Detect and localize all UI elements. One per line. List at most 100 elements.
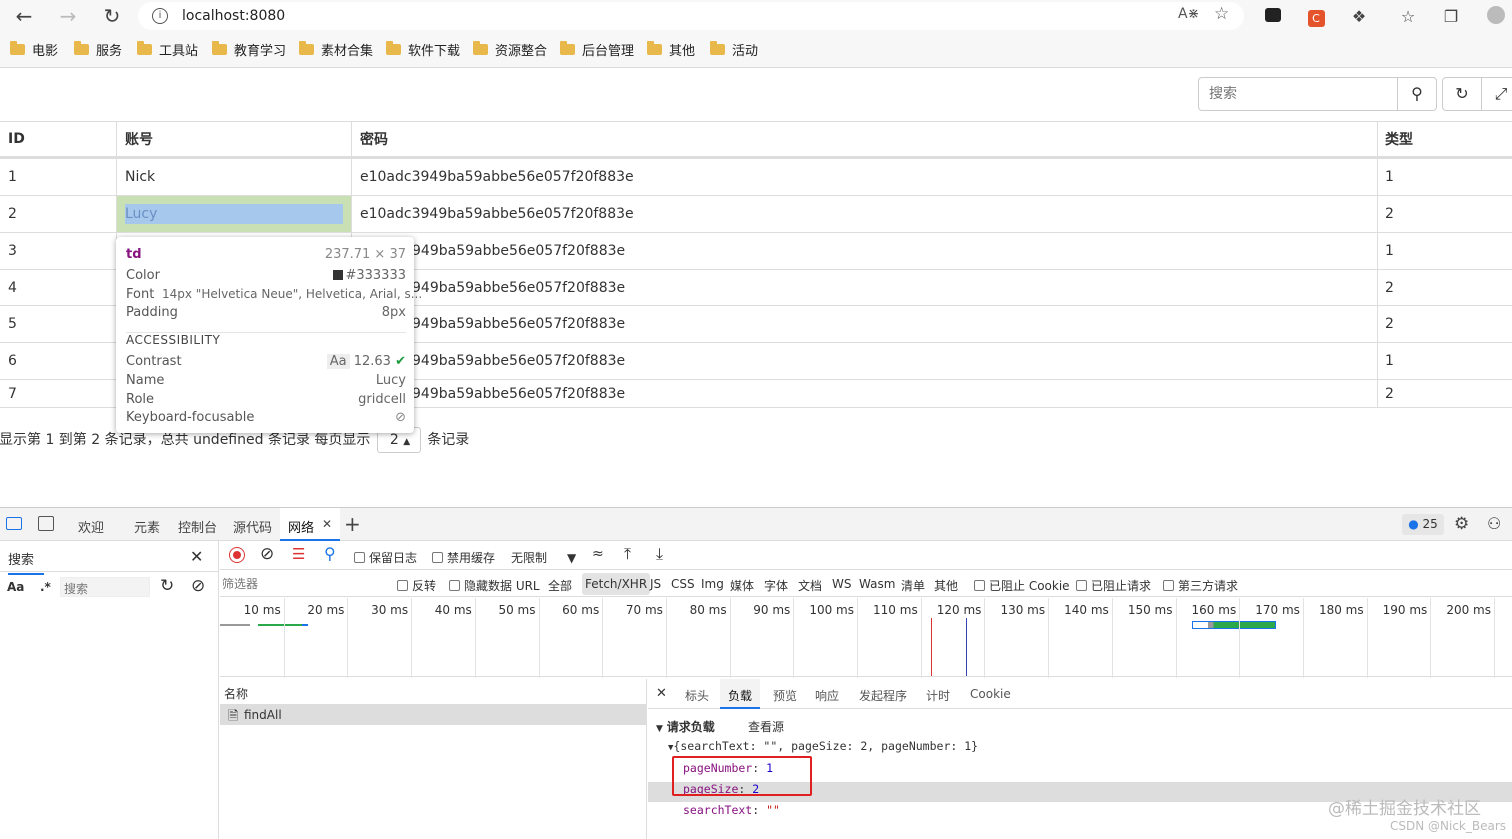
folder-icon [710, 40, 725, 55]
column-name-header[interactable]: 名称 [224, 685, 248, 702]
cell-password: 949ba59abbe56e057f20f883e [412, 385, 626, 402]
pagination-text: 显示第 1 到第 2 条记录，总共 undefined 条记录 每页显示 [0, 432, 371, 448]
view-source-link[interactable]: 查看源 [748, 718, 784, 735]
timeline-gridline [602, 598, 604, 678]
cell-account-highlighted: Lucy [117, 196, 351, 232]
timeline-gridline [729, 598, 731, 678]
extension-icon[interactable] [1262, 6, 1284, 28]
refresh-search-icon[interactable]: ↻ [160, 576, 174, 596]
search-icon: ⚲ [1411, 84, 1423, 103]
detail-tab-timing[interactable]: 计时 [926, 687, 950, 704]
reload-icon[interactable]: ↻ [98, 4, 126, 28]
detail-tab-preview[interactable]: 预览 [773, 687, 797, 704]
detail-tab-cookie[interactable]: Cookie [970, 687, 1011, 701]
search-button[interactable]: ⚲ [1397, 77, 1437, 111]
bookmark-folder[interactable]: 素材合集 [299, 40, 373, 59]
cell-type: 2 [1385, 316, 1394, 332]
annotation-red-box [672, 756, 812, 796]
regex-toggle[interactable]: .* [40, 580, 51, 594]
table-search-input[interactable] [1209, 79, 1389, 109]
favorites-icon[interactable]: ☆ [1397, 6, 1419, 28]
bookmark-folder[interactable]: 软件下载 [386, 40, 460, 59]
forward-arrow-icon[interactable]: → [54, 4, 82, 28]
timeline-tick-label: 110 ms [873, 603, 918, 617]
info-icon[interactable]: i [152, 8, 168, 24]
watermark-csdn: CSDN @Nick_Bears [1390, 819, 1507, 833]
check-circle-icon: ✔ [395, 354, 406, 369]
collections-icon[interactable]: ❐ [1440, 6, 1462, 28]
cell-type: 1 [1385, 353, 1394, 369]
table-row[interactable]: 2 Lucy e10adc3949ba59abbe56e057f20f883e … [0, 195, 1512, 232]
payload-field: searchText: "" [683, 803, 780, 817]
folder-icon [386, 40, 401, 55]
close-detail-icon[interactable]: ✕ [656, 686, 667, 701]
header-password[interactable]: 密码 [352, 122, 1376, 156]
table-row[interactable]: 1 Nick e10adc3949ba59abbe56e057f20f883e … [0, 158, 1512, 195]
search-sidebar-header: 搜索 ✕ [0, 541, 219, 575]
bookmark-folder[interactable]: 工具站 [137, 40, 198, 59]
request-bar [220, 624, 250, 626]
bookmark-folder[interactable]: 其他 [647, 40, 695, 59]
bookmark-folder[interactable]: 服务 [74, 40, 122, 59]
timeline-tick-label: 30 ms [371, 603, 409, 617]
table-search-box [1198, 77, 1398, 111]
tab-elements[interactable]: 元素 [134, 517, 160, 536]
device-toolbar-icon[interactable] [38, 516, 54, 531]
refresh-button[interactable]: ↻ [1442, 77, 1482, 111]
header-account[interactable]: 账号 [117, 122, 351, 156]
header-id[interactable]: ID [0, 122, 116, 156]
back-arrow-icon[interactable]: ← [10, 4, 38, 28]
fullscreen-button[interactable]: ⤢ [1481, 77, 1512, 111]
bookmark-folder[interactable]: 活动 [710, 40, 758, 59]
request-name: findAll [244, 708, 282, 722]
devtools-search-input[interactable] [64, 582, 148, 596]
url-text: localhost:8080 [182, 8, 286, 24]
document-icon: 🗎 [228, 709, 239, 724]
detail-tab-headers[interactable]: 标头 [685, 687, 709, 704]
cell-id: 1 [8, 169, 17, 185]
search-sidebar: 搜索 ✕ Aa .* ↻ ⊘ [0, 541, 219, 839]
timeline-gridline [1239, 598, 1241, 678]
request-row-findall[interactable]: 🗎 findAll [220, 705, 647, 725]
tooltip-padding-label: Padding [126, 305, 178, 320]
extension-c-icon[interactable]: C [1305, 6, 1327, 28]
tab-console[interactable]: 控制台 [178, 517, 217, 536]
detail-tab-response[interactable]: 响应 [815, 687, 839, 704]
match-case-toggle[interactable]: Aa [7, 580, 24, 594]
refresh-icon: ↻ [1455, 84, 1469, 103]
close-search-icon[interactable]: ✕ [190, 547, 203, 566]
timeline-tick-label: 100 ms [809, 603, 854, 617]
detail-tab-initiator[interactable]: 发起程序 [859, 687, 907, 704]
detail-tab-payload[interactable]: 负载 [720, 679, 761, 709]
profile-avatar-icon[interactable] [1485, 6, 1507, 28]
timeline-gridline [665, 598, 667, 678]
timeline-tick-label: 90 ms [753, 603, 791, 617]
tab-welcome[interactable]: 欢迎 [78, 517, 104, 536]
bookmark-folder[interactable]: 教育学习 [212, 40, 286, 59]
load-event-line [931, 618, 932, 676]
read-aloud-icon[interactable]: A⋇ [1178, 6, 1199, 22]
folder-icon [10, 40, 25, 55]
inspect-element-icon[interactable] [6, 517, 22, 530]
favorite-star-icon[interactable]: ☆ [1214, 4, 1229, 24]
tooltip-padding-value: 8px [381, 305, 406, 320]
timeline-gridline [283, 598, 285, 678]
address-bar[interactable]: i localhost:8080 A⋇ ☆ [138, 2, 1244, 30]
payload-section[interactable]: ▼ 请求负载 [656, 718, 715, 735]
search-sidebar-title[interactable]: 搜索 [8, 549, 44, 575]
timeline-gridline [1366, 598, 1368, 678]
bookmark-folder[interactable]: 后台管理 [560, 40, 634, 59]
payload-summary[interactable]: ▼{searchText: "", pageSize: 2, pageNumbe… [668, 739, 978, 753]
bookmark-folder[interactable]: 电影 [10, 40, 58, 59]
clear-search-icon[interactable]: ⊘ [191, 576, 205, 596]
detail-tabbar: ✕ 标头 负载 预览 响应 发起程序 计时 Cookie [648, 679, 1512, 709]
cell-account: Nick [125, 169, 156, 185]
bookmark-folder[interactable]: 资源整合 [473, 40, 547, 59]
timeline-gridline [793, 598, 795, 678]
header-type[interactable]: 类型 [1377, 122, 1512, 156]
not-allowed-icon: ⊘ [395, 410, 406, 425]
timeline-tick-label: 120 ms [936, 603, 982, 617]
tooltip-color-value: #333333 [345, 268, 406, 283]
extensions-puzzle-icon[interactable]: ❖ [1348, 6, 1370, 28]
folder-icon [560, 40, 575, 55]
